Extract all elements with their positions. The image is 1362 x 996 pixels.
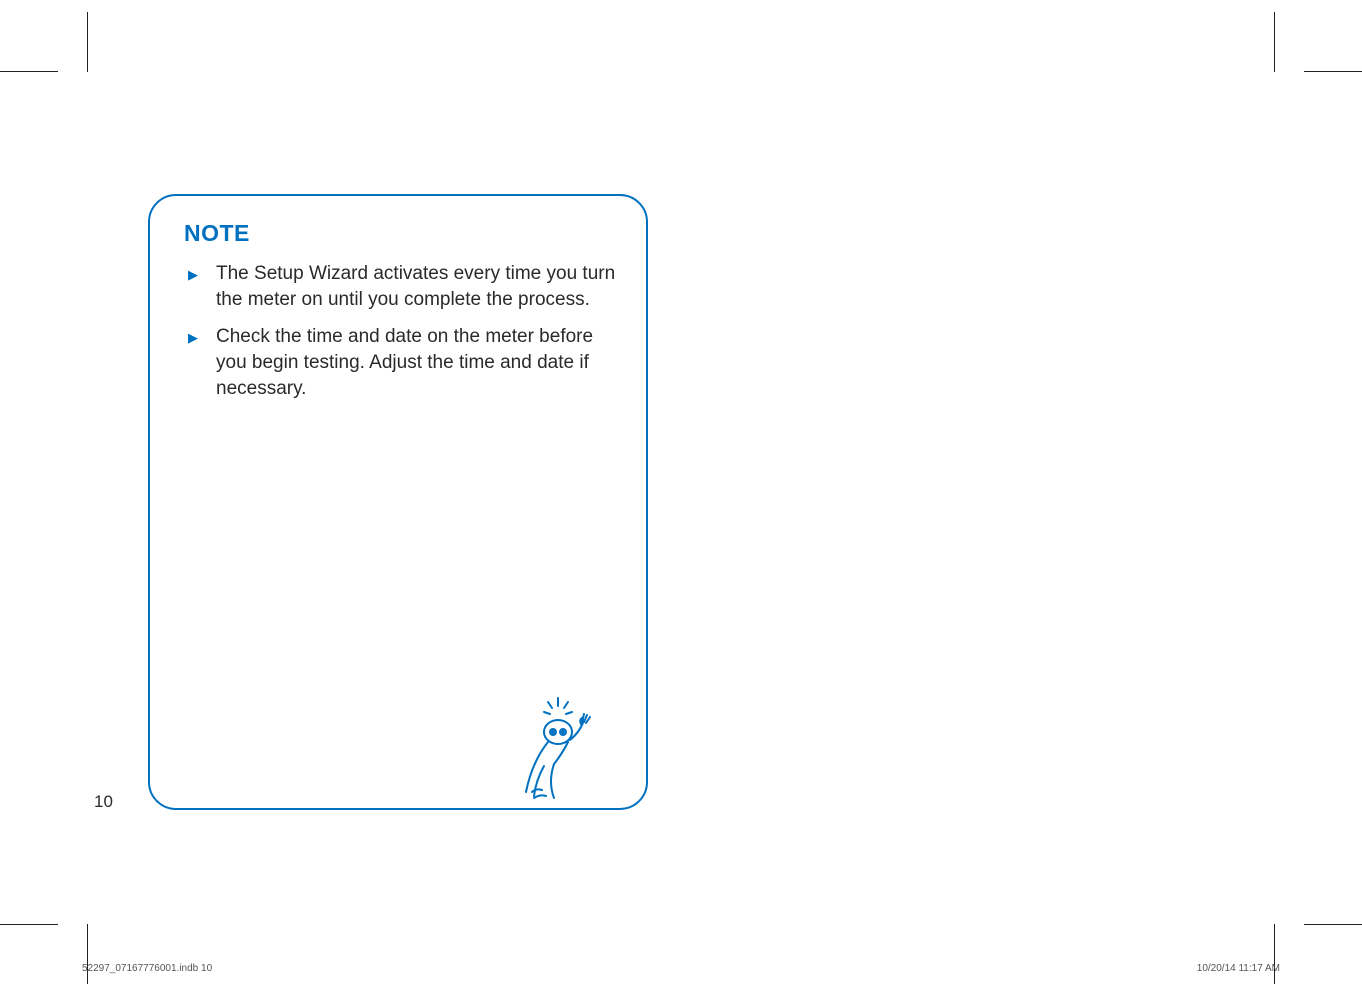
crop-mark — [58, 924, 88, 984]
footer-filename: 52297_07167776001.indb 10 — [82, 963, 212, 974]
bullet-icon: ▶ — [188, 266, 198, 284]
mascot-illustration — [514, 692, 604, 812]
note-text: The Setup Wizard activates every time yo… — [216, 261, 616, 312]
footer-timestamp: 10/20/14 11:17 AM — [1197, 963, 1280, 974]
note-box: NOTE ▶ The Setup Wizard activates every … — [148, 194, 648, 810]
crop-mark — [58, 12, 88, 72]
note-list: ▶ The Setup Wizard activates every time … — [180, 261, 616, 401]
note-text: Check the time and date on the meter bef… — [216, 324, 616, 401]
crop-mark — [1274, 924, 1304, 984]
bullet-icon: ▶ — [188, 329, 198, 347]
list-item: ▶ The Setup Wizard activates every time … — [188, 261, 616, 312]
crop-mark — [1274, 12, 1304, 72]
page-number: 10 — [94, 792, 113, 812]
page-area: NOTE ▶ The Setup Wizard activates every … — [88, 72, 1274, 924]
list-item: ▶ Check the time and date on the meter b… — [188, 324, 616, 401]
note-title: NOTE — [184, 220, 616, 247]
